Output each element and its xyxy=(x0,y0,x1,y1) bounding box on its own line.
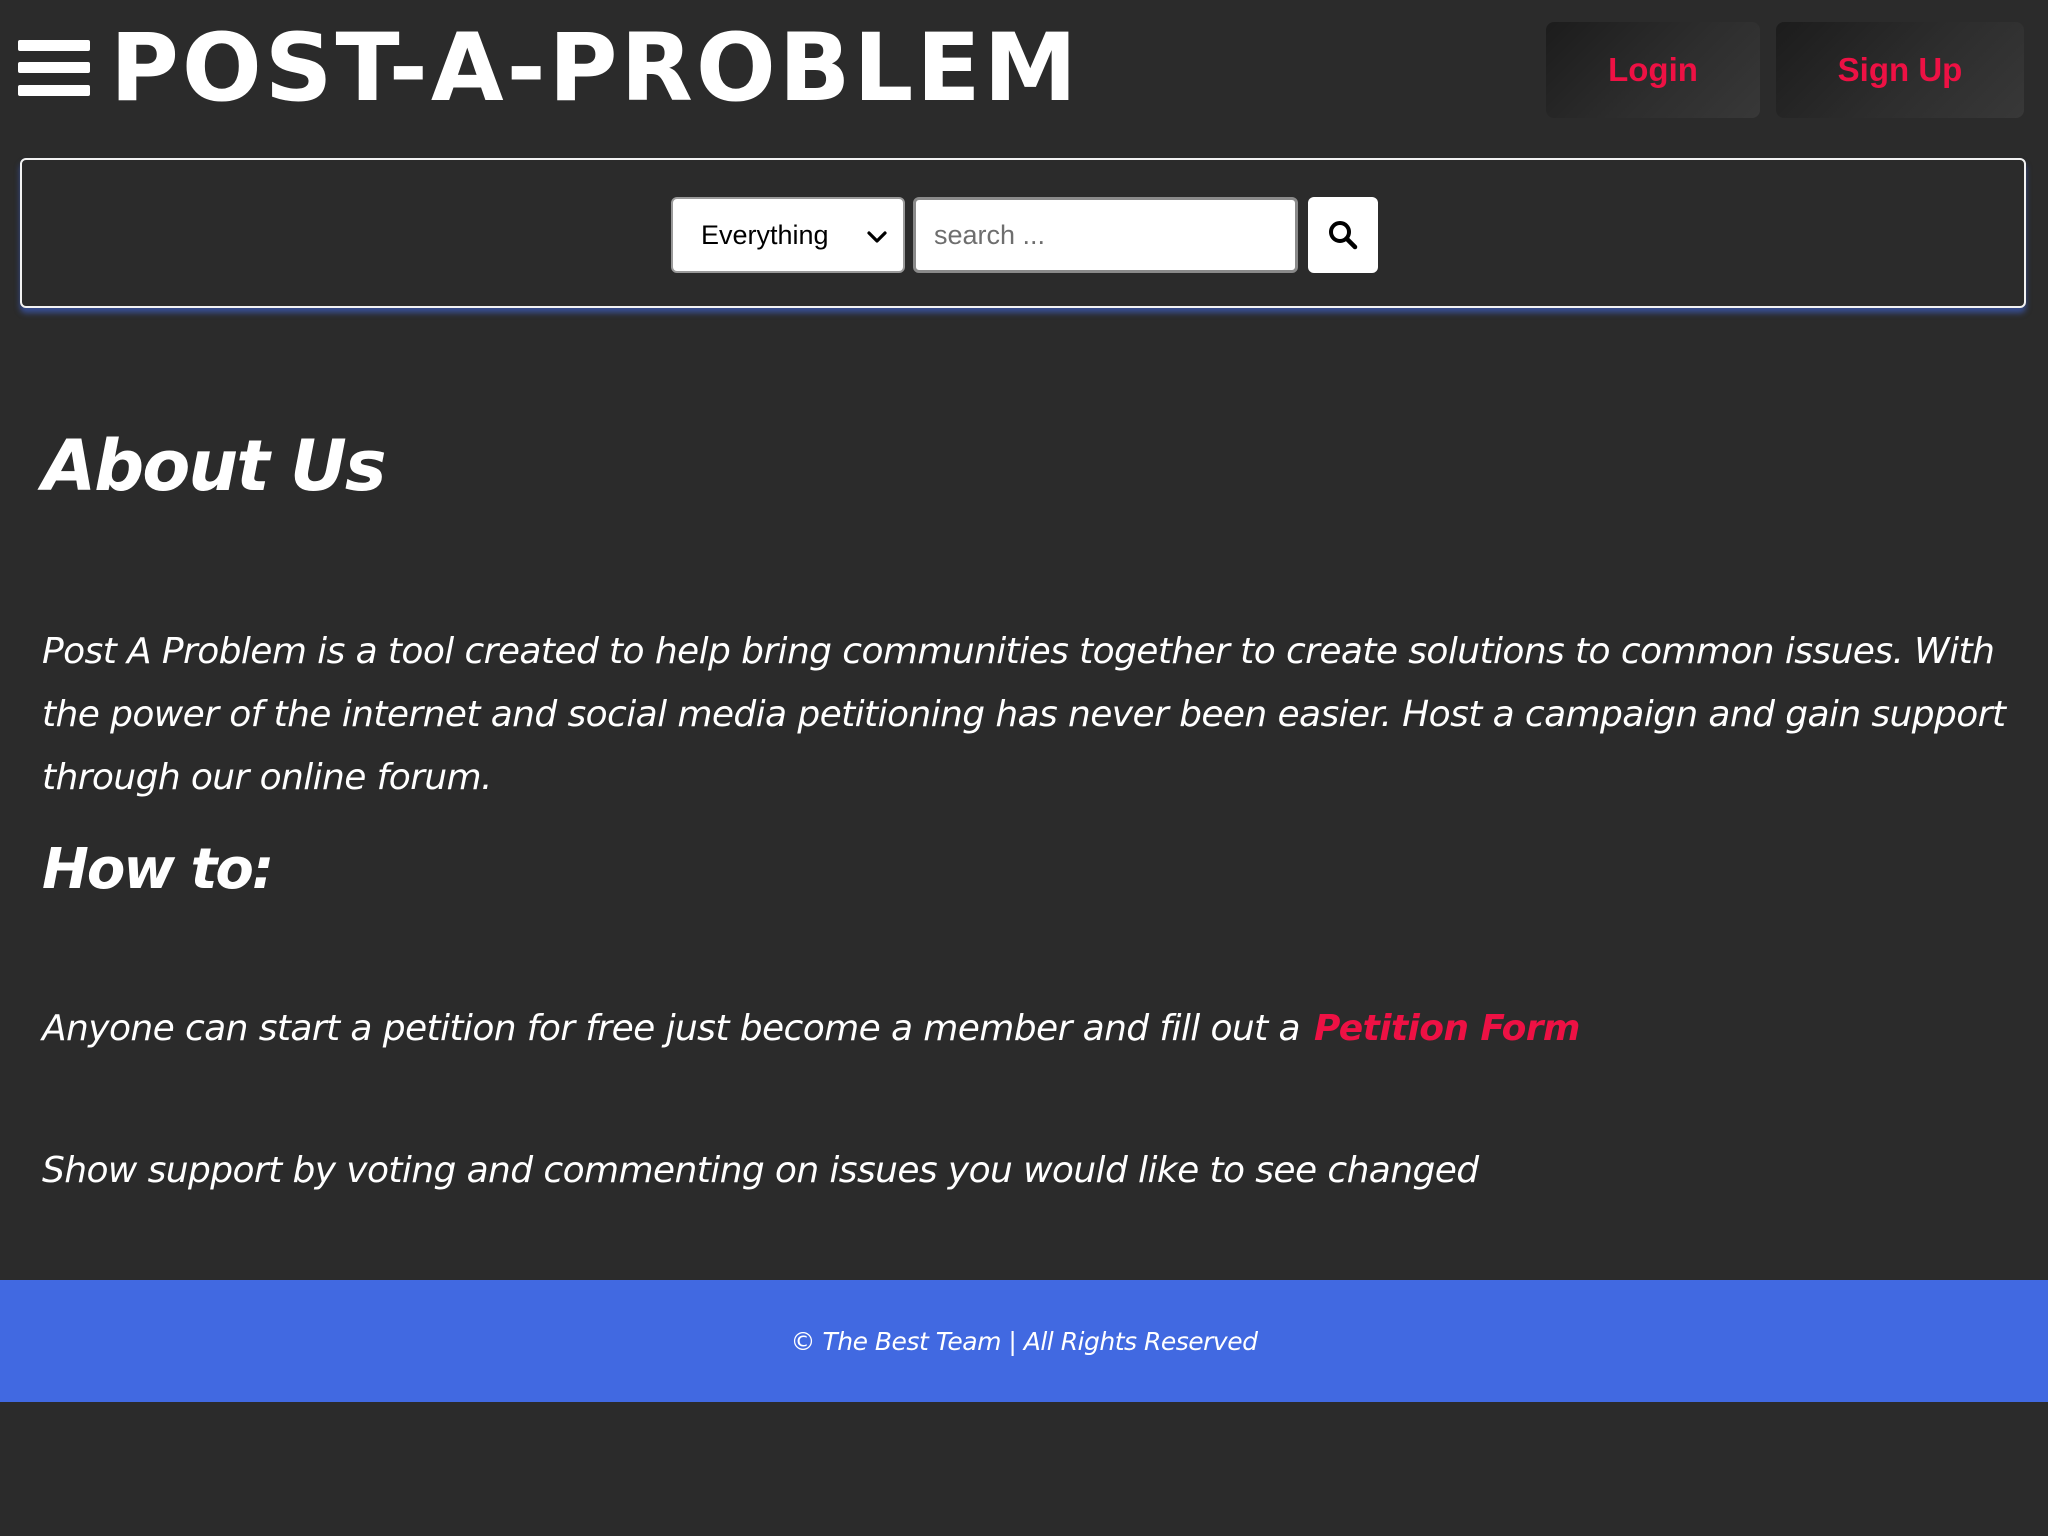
site-header: POST-A-PROBLEM Login Sign Up xyxy=(0,0,2048,140)
howto-support-text: Show support by voting and commenting on… xyxy=(42,1150,1479,1191)
site-footer: © The Best Team | All Rights Reserved xyxy=(0,1280,2048,1402)
about-paragraph: Post A Problem is a tool created to help… xyxy=(42,631,2006,798)
petition-form-link[interactable]: Petition Form xyxy=(1314,1008,1580,1049)
howto-heading: How to: xyxy=(42,837,274,902)
search-category-select[interactable]: Everything xyxy=(671,197,905,273)
hamburger-menu-icon[interactable] xyxy=(18,40,90,96)
chevron-down-icon xyxy=(867,231,887,243)
signup-button[interactable]: Sign Up xyxy=(1776,22,2024,118)
footer-copyright: © The Best Team | All Rights Reserved xyxy=(790,1326,1258,1356)
site-logo[interactable]: POST-A-PROBLEM xyxy=(110,14,1080,124)
login-button[interactable]: Login xyxy=(1546,22,1760,118)
howto-start-text: Anyone can start a petition for free jus… xyxy=(42,998,1580,1060)
search-button[interactable] xyxy=(1308,197,1378,273)
about-heading: About Us xyxy=(42,425,387,507)
hamburger-bar xyxy=(18,62,90,73)
howto-start-label: Anyone can start a petition for free jus… xyxy=(42,1008,1301,1049)
search-icon xyxy=(1329,221,1358,250)
search-bar: Everything xyxy=(20,158,2026,308)
search-category-value: Everything xyxy=(701,219,829,250)
hamburger-bar xyxy=(18,40,90,51)
search-input[interactable] xyxy=(913,197,1298,273)
hamburger-bar xyxy=(18,85,90,96)
